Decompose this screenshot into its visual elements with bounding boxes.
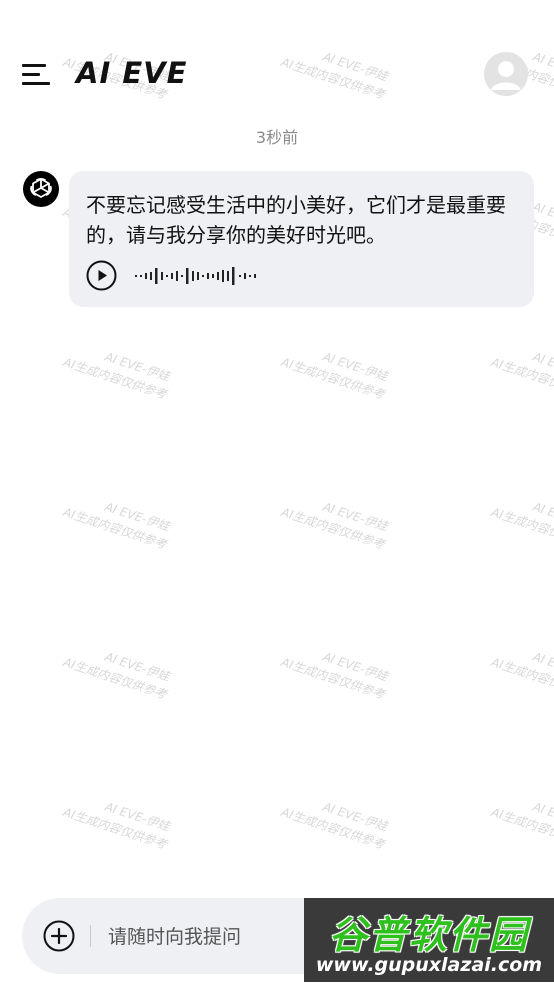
message-input[interactable] (106, 918, 330, 956)
audio-waveform[interactable] (135, 267, 265, 285)
site-watermark-logo: 谷普软件园 www.gupuxlazai.com (304, 898, 554, 982)
watermark: AI EVE-伊娃AI生成内容仅供参考 (279, 799, 390, 852)
watermark: AI EVE-伊娃AI生成内容仅供参考 (279, 499, 390, 552)
watermark: AI EVE-伊娃AI生成内容仅供参考 (489, 799, 554, 852)
message-timestamp: 3秒前 (255, 128, 299, 147)
watermark: AI EVE-伊娃AI生成内容仅供参考 (489, 499, 554, 552)
openai-logo-icon (23, 171, 59, 207)
watermark: AI EVE-伊娃AI生成内容仅供参考 (61, 349, 172, 402)
site-logo-url: www.gupuxlazai.com (315, 954, 543, 976)
watermark: AI EVE-伊娃AI生成内容仅供参考 (61, 799, 172, 852)
watermark: AI EVE-伊娃AI生成内容仅供参考 (279, 649, 390, 702)
message-text: 不要忘记感受生活中的小美好，它们才是最重要的，请与我分享你的美好时光吧。 (86, 193, 506, 247)
play-icon[interactable] (86, 260, 117, 291)
user-avatar-icon[interactable] (484, 52, 528, 96)
input-divider (90, 925, 91, 947)
watermark: AI EVE-伊娃AI生成内容仅供参考 (279, 349, 390, 402)
assistant-message-bubble: 不要忘记感受生活中的小美好，它们才是最重要的，请与我分享你的美好时光吧。 (69, 171, 534, 307)
watermark: AI EVE-伊娃AI生成内容仅供参考 (489, 349, 554, 402)
watermark: AI EVE-伊娃AI生成内容仅供参考 (61, 649, 172, 702)
menu-icon[interactable] (20, 61, 50, 87)
app-title: AI EVE (76, 56, 188, 90)
plus-circle-icon[interactable] (43, 920, 75, 952)
site-logo-title: 谷普软件园 (328, 913, 529, 957)
watermark: AI EVE-伊娃AI生成内容仅供参考 (61, 499, 172, 552)
watermark: AI EVE-伊娃AI生成内容仅供参考 (489, 649, 554, 702)
app-header: AI EVE (0, 44, 554, 104)
